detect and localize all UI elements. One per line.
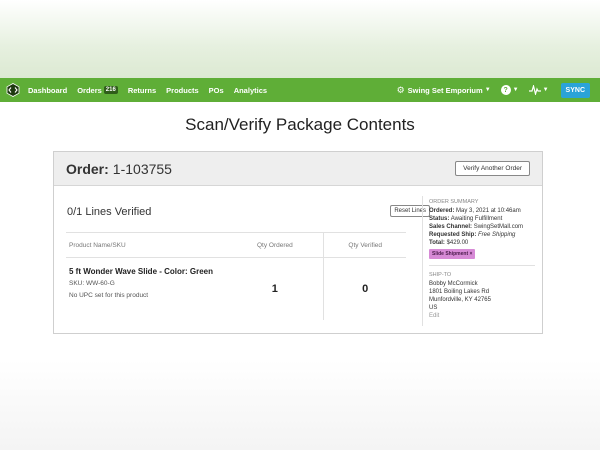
status-value: Awaiting Fulfillment — [450, 216, 503, 222]
help-icon: ? — [500, 85, 511, 95]
ship-label: Requested Ship: — [429, 232, 477, 238]
chevron-down-icon: ▼ — [542, 87, 549, 93]
total-line: Total: $429.00 — [429, 239, 539, 247]
order-header: Order: 1-103755 Verify Another Order — [54, 152, 542, 186]
lines-verified-text: 0/1 Lines Verified — [67, 206, 152, 218]
ordered-value: May 3, 2021 at 10:46am — [456, 208, 521, 214]
nav-analytics-label: Analytics — [233, 85, 268, 95]
order-summary-panel: ORDER SUMMARY Ordered: May 3, 2021 at 10… — [429, 198, 539, 320]
shipment-tag-label: Slide Shipment — [432, 251, 469, 257]
status-label: Status: — [429, 216, 450, 222]
gear-icon: ⚙ — [396, 84, 405, 95]
channel-label: Sales Channel: — [429, 224, 473, 230]
order-number: 1-103755 — [112, 160, 172, 177]
panel-divider — [422, 196, 423, 326]
top-navbar: Dashboard Orders 216 Returns Products PO… — [0, 78, 600, 102]
nav-right-group: ⚙ Swing Set Emporium ▼ ? ▼ ▼ SYNC — [397, 78, 600, 102]
product-cell: 5 ft Wonder Wave Slide - Color: Green SK… — [66, 258, 226, 320]
footer-background — [0, 360, 600, 450]
ship-value: Free Shipping — [478, 232, 516, 238]
nav-returns-label: Returns — [127, 85, 157, 95]
nav-dashboard-label: Dashboard — [28, 85, 68, 95]
summary-separator — [429, 265, 535, 266]
sync-button[interactable]: SYNC — [560, 82, 590, 98]
product-name: 5 ft Wonder Wave Slide - Color: Green — [69, 267, 214, 276]
ordered-label: Ordered: — [429, 208, 455, 214]
product-upc-note: No UPC set for this product — [69, 292, 149, 299]
nav-products[interactable]: Products — [166, 86, 199, 95]
column-header-qty-ordered: Qty Ordered — [256, 241, 293, 249]
shipment-tag[interactable]: Slide Shipment × — [429, 249, 476, 259]
nav-orders[interactable]: Orders 216 — [77, 86, 118, 95]
nav-analytics[interactable]: Analytics — [234, 86, 267, 95]
ship-to-country: US — [429, 305, 438, 311]
logo-icon[interactable] — [6, 83, 20, 97]
order-summary-title: ORDER SUMMARY — [429, 199, 479, 205]
nav-pos[interactable]: POs — [209, 86, 224, 95]
nav-orders-label: Orders — [77, 85, 102, 95]
nav-products-label: Products — [166, 85, 199, 95]
orders-count-badge: 216 — [103, 86, 118, 94]
tag-close-icon[interactable]: × — [470, 251, 473, 257]
help-menu[interactable]: ? ▼ — [500, 85, 519, 95]
ship-to-street: 1801 Boiling Lakes Rd — [429, 289, 490, 295]
column-header-qty-verified: Qty Verified — [323, 233, 406, 257]
column-header-product: Product Name/SKU — [69, 241, 126, 249]
store-name: Swing Set Emporium — [407, 85, 483, 95]
qty-ordered-cell: 1 — [226, 258, 323, 320]
qty-verified-value: 0 — [362, 283, 369, 295]
channel-line: Sales Channel: SwingSetMall.com — [429, 223, 539, 231]
table-row: 5 ft Wonder Wave Slide - Color: Green SK… — [66, 258, 406, 320]
lines-table: Product Name/SKU Qty Ordered Qty Verifie… — [66, 232, 406, 320]
channel-value: SwingSetMall.com — [473, 224, 524, 230]
header-background — [0, 0, 600, 78]
ship-line: Requested Ship: Free Shipping — [429, 231, 539, 239]
chevron-down-icon: ▼ — [512, 87, 519, 93]
status-line: Status: Awaiting Fulfillment — [429, 215, 539, 223]
nav-dashboard[interactable]: Dashboard — [28, 86, 67, 95]
table-header: Product Name/SKU Qty Ordered Qty Verifie… — [66, 232, 406, 258]
product-sku: SKU: WW-60-G — [69, 280, 115, 287]
ordered-line: Ordered: May 3, 2021 at 10:46am — [429, 207, 539, 215]
nav-returns[interactable]: Returns — [128, 86, 156, 95]
edit-address-link[interactable]: Edit — [429, 312, 539, 320]
qty-verified-cell: 0 — [323, 258, 406, 320]
ship-to-title: SHIP-TO — [429, 272, 452, 278]
qty-ordered-value: 1 — [271, 283, 278, 295]
store-selector[interactable]: ⚙ Swing Set Emporium ▼ — [397, 85, 491, 96]
page-title: Scan/Verify Package Contents — [185, 115, 415, 134]
reset-lines-button[interactable]: Reset Lines — [390, 205, 430, 217]
total-label: Total: — [429, 240, 445, 246]
order-label: Order: — [66, 160, 109, 177]
chevron-down-icon: ▼ — [484, 87, 491, 93]
total-value: $429.00 — [446, 240, 469, 246]
order-card: Order: 1-103755 Verify Another Order 0/1… — [53, 151, 543, 334]
nav-pos-label: POs — [208, 85, 224, 95]
activity-icon — [528, 85, 541, 95]
verify-another-order-button[interactable]: Verify Another Order — [455, 161, 530, 176]
activity-menu[interactable]: ▼ — [528, 85, 549, 95]
ship-to-city: Munfordville, KY 42765 — [429, 297, 491, 303]
ship-to-name: Bobby McCormick — [429, 281, 478, 287]
